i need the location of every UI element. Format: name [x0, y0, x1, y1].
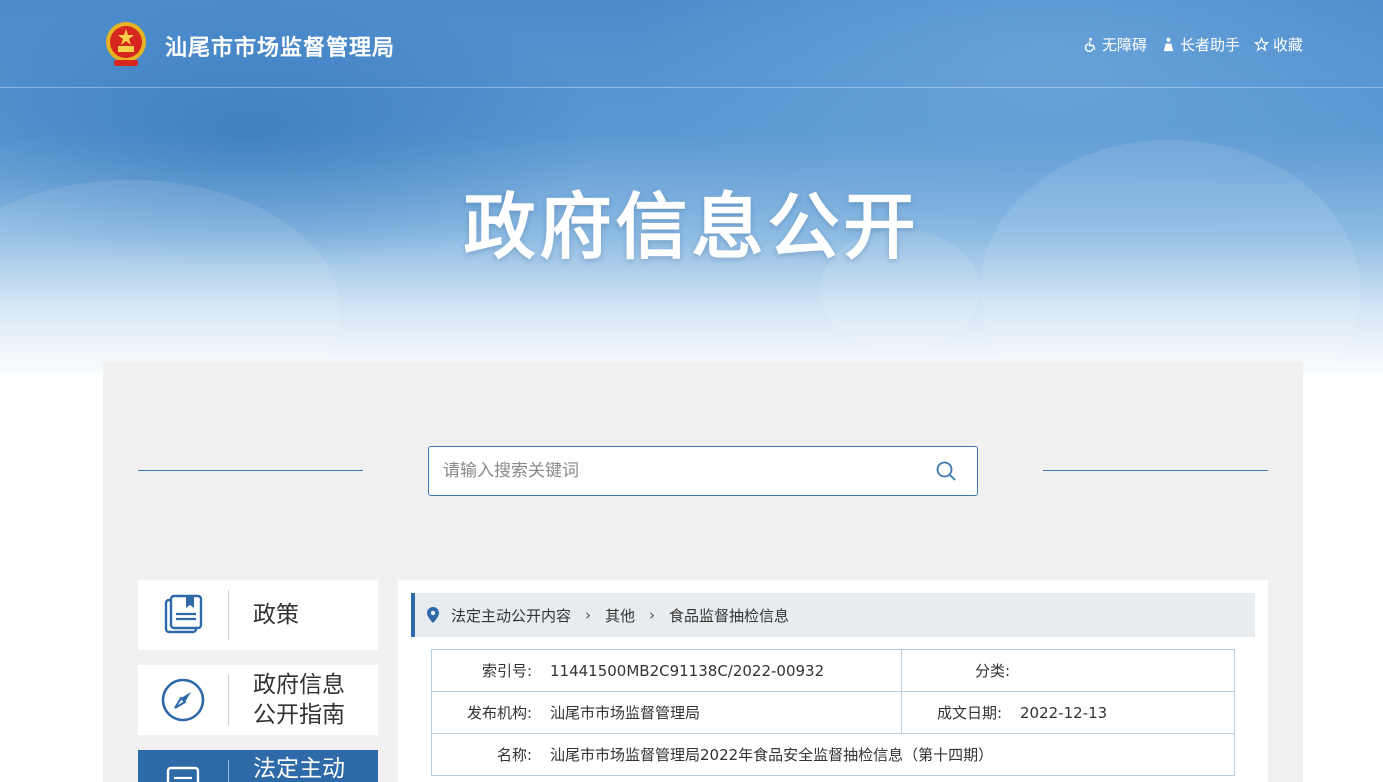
- top-bar: 汕尾市市场监督管理局 无障碍 长者助手 收藏: [0, 0, 1383, 88]
- meta-cell: 名称: 汕尾市市场监督管理局2022年食品安全监督抽检信息（第十四期）: [431, 733, 1235, 776]
- content-area: 法定主动公开内容 › 其他 › 食品监督抽检信息 索引号: 11441500MB2…: [398, 580, 1268, 782]
- meta-cell: 成文日期: 2022-12-13: [901, 691, 1235, 734]
- breadcrumb-link[interactable]: 其他: [605, 605, 635, 626]
- table-row: 名称: 汕尾市市场监督管理局2022年食品安全监督抽检信息（第十四期）: [431, 733, 1235, 776]
- breadcrumb: 法定主动公开内容 › 其他 › 食品监督抽检信息: [411, 593, 1255, 637]
- index-label: 索引号:: [481, 662, 532, 680]
- location-pin-icon: [427, 607, 439, 623]
- meta-cell: 发布机构: 汕尾市市场监督管理局: [431, 691, 902, 734]
- favorite-button[interactable]: 收藏: [1253, 34, 1303, 55]
- chevron-right-icon: ›: [649, 606, 656, 624]
- category-label: 分类:: [974, 662, 1010, 680]
- nav-item-guide[interactable]: 政府信息 公开指南: [138, 665, 378, 735]
- compass-icon: [161, 678, 205, 722]
- star-icon: [1253, 37, 1269, 52]
- publisher-label: 发布机构:: [466, 704, 532, 722]
- elder-icon: [1163, 37, 1174, 52]
- table-row: 索引号: 11441500MB2C91138C/2022-00932 分类:: [431, 649, 1235, 692]
- nav-label: 政策: [253, 602, 299, 628]
- name-label: 名称:: [496, 746, 532, 764]
- date-label: 成文日期:: [936, 704, 1002, 722]
- nav-item-statutory[interactable]: 法定主动: [138, 750, 378, 782]
- national-emblem-icon: [106, 22, 146, 66]
- site-name[interactable]: 汕尾市市场监督管理局: [165, 30, 395, 62]
- publisher-value: 汕尾市市场监督管理局: [550, 704, 701, 722]
- nav-icon-wrap: [138, 750, 228, 782]
- breadcrumb-link[interactable]: 法定主动公开内容: [451, 605, 571, 626]
- elder-assistant-label: 长者助手: [1179, 36, 1240, 54]
- nav-icon-wrap: [138, 580, 228, 650]
- breadcrumb-link[interactable]: 食品监督抽检信息: [669, 605, 789, 626]
- wheelchair-icon: [1084, 37, 1096, 52]
- document-icon: [166, 766, 200, 782]
- elder-assistant-button[interactable]: 长者助手: [1161, 34, 1240, 55]
- nav-item-policy[interactable]: 政策: [138, 580, 378, 650]
- date-value: 2022-12-13: [1020, 704, 1108, 722]
- meta-cell: 分类:: [901, 649, 1235, 692]
- chevron-right-icon: ›: [585, 606, 592, 624]
- favorite-label: 收藏: [1272, 36, 1303, 54]
- search-box: [428, 446, 978, 496]
- meta-cell: 索引号: 11441500MB2C91138C/2022-00932: [431, 649, 902, 692]
- page-title: 政府信息公开: [463, 185, 920, 269]
- index-value: 11441500MB2C91138C/2022-00932: [550, 662, 825, 680]
- search-input[interactable]: [443, 447, 923, 495]
- nav-label: 政府信息 公开指南: [253, 672, 345, 728]
- book-icon: [164, 594, 203, 634]
- accessibility-button[interactable]: 无障碍: [1083, 34, 1147, 55]
- table-row: 发布机构: 汕尾市市场监督管理局 成文日期: 2022-12-13: [431, 691, 1235, 734]
- header-tools: 无障碍 长者助手 收藏: [1083, 34, 1303, 55]
- divider-right: [1043, 470, 1268, 471]
- name-value: 汕尾市市场监督管理局2022年食品安全监督抽检信息（第十四期）: [550, 746, 994, 764]
- nav-label: 法定主动: [253, 756, 345, 782]
- divider-left: [138, 470, 363, 471]
- header-banner: 汕尾市市场监督管理局 无障碍 长者助手 收藏 政府信息公开: [0, 0, 1383, 380]
- nav-icon-wrap: [138, 665, 228, 735]
- search-icon[interactable]: [935, 460, 957, 482]
- document-meta-table: 索引号: 11441500MB2C91138C/2022-00932 分类: 发布…: [431, 649, 1235, 776]
- main-panel: 政策 政府信息 公开指南 法定主动: [103, 362, 1303, 782]
- accessibility-label: 无障碍: [1101, 36, 1147, 54]
